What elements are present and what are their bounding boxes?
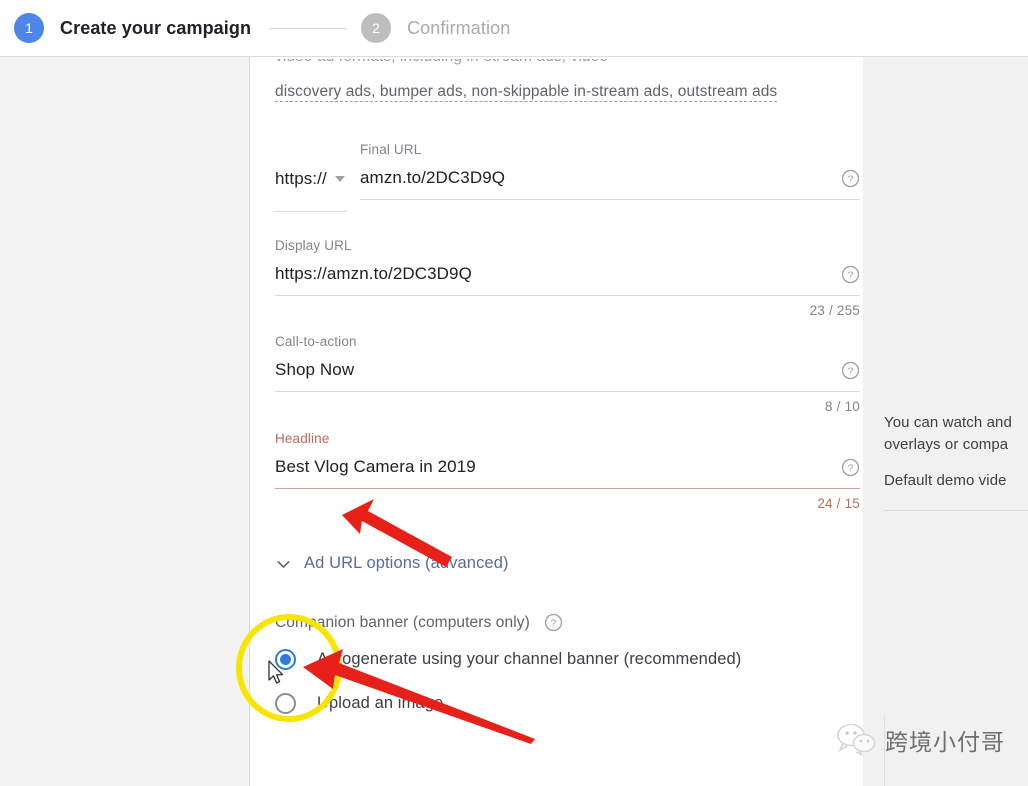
help-icon-display-url[interactable]: ? (841, 265, 860, 284)
left-gutter-panel (0, 57, 250, 786)
display-url-field[interactable]: Display URL https://amzn.to/2DC3D9Q ? 23… (275, 238, 860, 318)
protocol-underline (275, 211, 347, 212)
call-to-action-label: Call-to-action (275, 334, 357, 349)
step-2-confirmation[interactable]: 2 Confirmation (361, 13, 510, 43)
display-url-input[interactable]: https://amzn.to/2DC3D9Q (275, 263, 829, 285)
call-to-action-field[interactable]: Call-to-action Shop Now ? 8 / 10 (275, 334, 860, 414)
campaign-stepper: 1 Create your campaign 2 Confirmation (0, 0, 1028, 57)
protocol-value: https:// (275, 169, 327, 188)
display-url-underline (275, 294, 860, 296)
headline-label: Headline (275, 431, 330, 446)
ad-creation-card: video ad formats, including in-stream ad… (251, 57, 863, 786)
right-panel-divider (884, 510, 1028, 511)
right-panel-line-2: overlays or compa (884, 436, 1009, 453)
step-1-label: Create your campaign (60, 17, 252, 38)
ad-url-options-label: Ad URL options (advanced) (304, 554, 509, 572)
wechat-icon (837, 723, 876, 757)
step-2-number-badge: 2 (361, 13, 392, 43)
radio-upload-image-label: Upload an image (317, 694, 444, 712)
watermark-text: 跨境小付哥 (885, 730, 1005, 756)
help-icon-headline[interactable]: ? (841, 458, 860, 477)
step-1-number-badge: 1 (14, 13, 44, 43)
svg-text:?: ? (848, 270, 854, 281)
screenshot-root: 1 Create your campaign 2 Confirmation vi… (0, 0, 1028, 786)
final-url-field[interactable]: Final URL https:// amzn.to/2DC3D9Q ? (275, 142, 860, 200)
ad-url-options-toggle[interactable]: Ad URL options (advanced) (275, 554, 509, 573)
clipped-text-above: video ad formats, including in-stream ad… (275, 59, 860, 71)
right-panel-line-1: You can watch and (884, 414, 1012, 431)
watermark: 跨境小付哥 (836, 723, 1005, 757)
final-url-underline (360, 198, 860, 200)
help-icon-companion-banner[interactable]: ? (544, 613, 563, 632)
final-url-input[interactable]: amzn.to/2DC3D9Q (360, 167, 829, 189)
chevron-down-icon (334, 176, 345, 182)
call-to-action-input[interactable]: Shop Now (275, 359, 829, 381)
headline-field[interactable]: Headline Best Vlog Camera in 2019 ? 24 /… (275, 431, 860, 511)
headline-underline (275, 487, 860, 489)
svg-text:?: ? (550, 618, 556, 629)
call-to-action-underline (275, 390, 860, 392)
chevron-down-icon-ad-url (275, 556, 292, 573)
step-2-label: Confirmation (407, 17, 511, 38)
svg-text:?: ? (848, 463, 854, 474)
final-url-label: Final URL (360, 142, 422, 157)
headline-input[interactable]: Best Vlog Camera in 2019 (275, 456, 829, 478)
protocol-dropdown[interactable]: https:// (275, 169, 360, 189)
annotation-yellow-circle (236, 614, 342, 722)
svg-text:?: ? (848, 174, 854, 185)
radio-autogenerate-label: Autogenerate using your channel banner (… (317, 650, 742, 668)
headline-counter: 24 / 15 (817, 496, 860, 511)
radio-autogenerate-banner[interactable]: Autogenerate using your channel banner (… (275, 649, 741, 670)
display-url-label: Display URL (275, 238, 352, 253)
ad-formats-text: discovery ads, bumper ads, non-skippable… (275, 83, 778, 102)
stepper-connector (269, 27, 348, 29)
step-1-create-campaign[interactable]: 1 Create your campaign (14, 13, 251, 43)
call-to-action-counter: 8 / 10 (825, 399, 860, 414)
right-panel-line-3: Default demo vide (884, 472, 1007, 489)
help-icon-final-url[interactable]: ? (841, 169, 860, 188)
help-icon-call-to-action[interactable]: ? (841, 361, 860, 380)
svg-text:?: ? (848, 366, 854, 377)
mouse-cursor (268, 660, 284, 684)
display-url-counter: 23 / 255 (809, 303, 860, 318)
